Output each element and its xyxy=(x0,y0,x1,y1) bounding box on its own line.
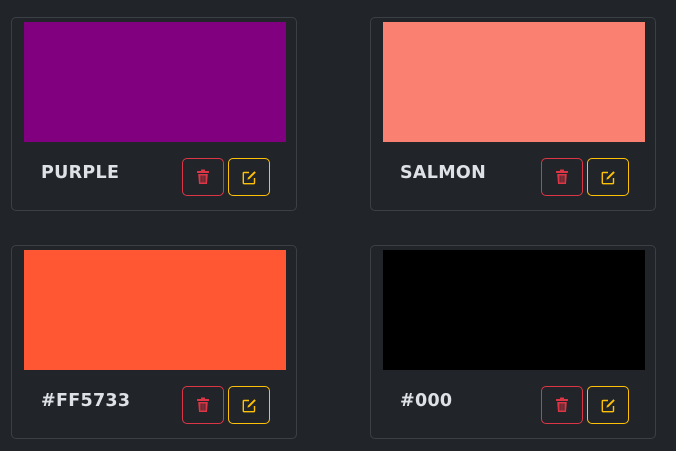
color-card: SALMON xyxy=(370,17,656,211)
trash-icon xyxy=(556,169,568,184)
trash-icon xyxy=(197,397,209,412)
delete-button[interactable] xyxy=(541,158,583,196)
color-name: PURPLE xyxy=(41,163,120,183)
trash-icon xyxy=(556,397,568,412)
pencil-square-icon xyxy=(601,398,615,412)
edit-button[interactable] xyxy=(228,158,270,196)
edit-button[interactable] xyxy=(228,386,270,424)
color-card: PURPLE xyxy=(11,17,297,211)
color-swatch xyxy=(383,250,645,370)
color-name: SALMON xyxy=(400,163,487,183)
delete-button[interactable] xyxy=(182,158,224,196)
pencil-square-icon xyxy=(242,398,256,412)
color-name: #FF5733 xyxy=(41,391,131,411)
color-swatch xyxy=(24,250,286,370)
color-card: #000 xyxy=(370,245,656,439)
color-card: #FF5733 xyxy=(11,245,297,439)
color-name: #000 xyxy=(400,391,453,411)
pencil-square-icon xyxy=(601,170,615,184)
color-swatch xyxy=(24,22,286,142)
edit-button[interactable] xyxy=(587,386,629,424)
delete-button[interactable] xyxy=(541,386,583,424)
color-card-grid: PURPLE SALMON #FF5733 #000 xyxy=(0,0,676,451)
pencil-square-icon xyxy=(242,170,256,184)
trash-icon xyxy=(197,169,209,184)
edit-button[interactable] xyxy=(587,158,629,196)
delete-button[interactable] xyxy=(182,386,224,424)
color-swatch xyxy=(383,22,645,142)
